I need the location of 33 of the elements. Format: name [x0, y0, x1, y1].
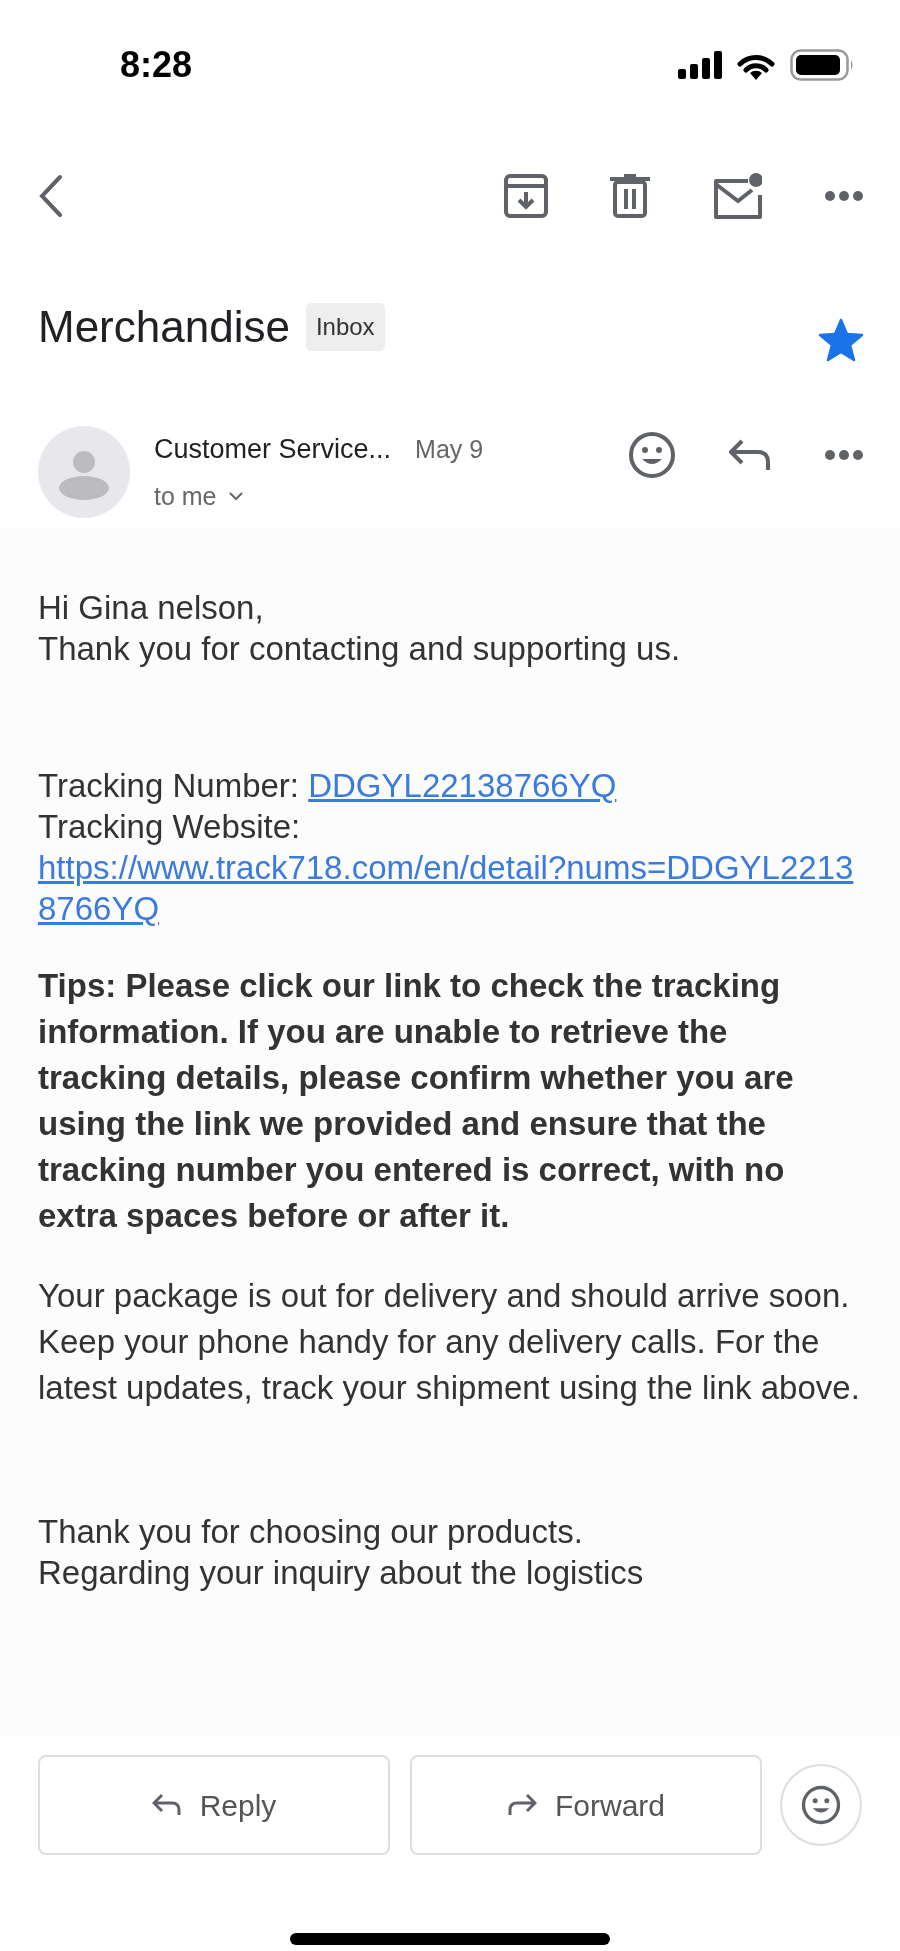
unread-mail-icon[interactable]: [712, 173, 762, 219]
inbox-label: Inbox: [305, 303, 385, 351]
chevron-down-icon: [228, 491, 243, 501]
recipient-toggle[interactable]: to me: [154, 477, 243, 515]
more-icon[interactable]: [824, 190, 864, 202]
tracking-link[interactable]: https://www.track718.com/en/detail?nums=DDGYL22138766YQ: [38, 847, 862, 929]
forward-button[interactable]: Forward: [410, 1755, 762, 1855]
sender-name: Customer Service...: [154, 433, 392, 466]
reply-icon[interactable]: [728, 438, 772, 472]
body-text: Hi Gina nelson,: [38, 588, 265, 628]
battery-icon: [790, 48, 854, 81]
body-text: Regarding your inquiry about the logistics: [38, 1553, 645, 1593]
avatar-icon: [38, 426, 130, 518]
trash-icon[interactable]: [610, 174, 650, 218]
reply-button[interactable]: Reply: [38, 1755, 390, 1855]
status-time: 8:28: [120, 42, 193, 87]
signal-icon: [678, 50, 722, 79]
emoji-icon[interactable]: [628, 431, 676, 479]
body-text: Thank you for contacting and supporting us.: [38, 629, 682, 669]
tracking-link[interactable]: DDGYL22138766YQ: [308, 767, 617, 804]
body-text: Thank you for choosing our products.: [38, 1512, 584, 1552]
tips-paragraph: Tips: Please click our link to check the tracking information. If you are unable to retrieve the tracking details, please confirm whether you are using the link we provided and ensure that the tracking number you entered is correct, with no extra spaces before or after it.: [38, 966, 795, 1236]
field-label: Tracking Number:: [38, 767, 300, 804]
body-paragraph: Your package is out for delivery and should arrive soon. Keep your phone handy for any delivery calls. For the latest updates, track your shipment using the link above.: [38, 1276, 861, 1408]
email-subject: Merchandise: [38, 301, 290, 353]
forward-icon: [507, 1793, 537, 1817]
emoji-icon: [801, 1785, 841, 1825]
archive-icon[interactable]: [504, 174, 548, 218]
field-label: Tracking Website:: [38, 808, 301, 845]
reply-icon: [151, 1793, 182, 1817]
star-icon[interactable]: [818, 318, 864, 362]
more-icon[interactable]: [824, 449, 864, 461]
message-date: May 9: [415, 433, 484, 465]
